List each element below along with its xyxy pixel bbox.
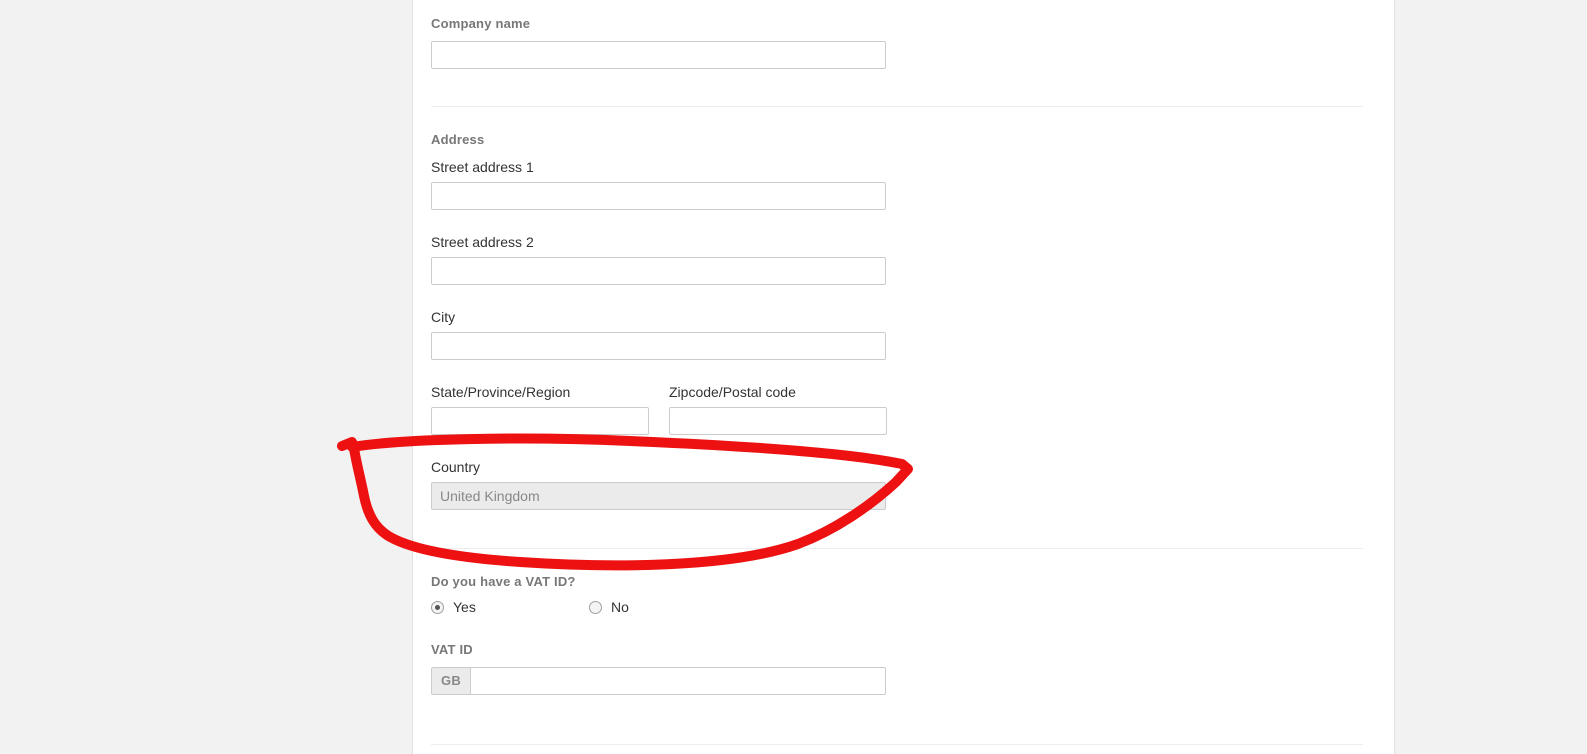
state-province-region-label: State/Province/Region (431, 384, 571, 400)
vat-question-label: Do you have a VAT ID? (431, 574, 576, 589)
street-address-1-input[interactable] (431, 182, 886, 210)
zipcode-postal-code-label: Zipcode/Postal code (669, 384, 796, 400)
company-name-header: Company name (431, 16, 531, 31)
vat-country-prefix-addon: GB (431, 667, 471, 695)
vat-radio-group: Yes No (431, 599, 731, 615)
city-input[interactable] (431, 332, 886, 360)
section-divider-bottom (431, 744, 1363, 745)
country-label: Country (431, 459, 481, 475)
street-address-2-label: Street address 2 (431, 234, 534, 250)
country-input[interactable] (431, 482, 886, 510)
street-address-1-label: Street address 1 (431, 159, 534, 175)
vat-id-input[interactable] (470, 667, 886, 695)
address-section-header: Address (431, 132, 485, 147)
city-label: City (431, 309, 456, 325)
vat-option-yes[interactable]: Yes (431, 599, 589, 615)
vat-option-yes-label: Yes (453, 599, 476, 615)
state-province-region-input[interactable] (431, 407, 649, 435)
form-panel: Company name Address Street address 1 St… (412, 0, 1395, 754)
vat-id-input-group: GB (431, 667, 886, 695)
vat-option-no[interactable]: No (589, 599, 629, 615)
vat-option-no-label: No (611, 599, 629, 615)
company-name-input[interactable] (431, 41, 886, 69)
page-root: Company name Address Street address 1 St… (0, 0, 1587, 754)
radio-icon-no[interactable] (589, 600, 602, 614)
street-address-2-input[interactable] (431, 257, 886, 285)
section-divider-top (431, 106, 1363, 107)
radio-icon-yes[interactable] (431, 600, 444, 614)
vat-id-header: VAT ID (431, 642, 473, 657)
section-divider-middle (431, 548, 1363, 549)
zipcode-postal-code-input[interactable] (669, 407, 887, 435)
